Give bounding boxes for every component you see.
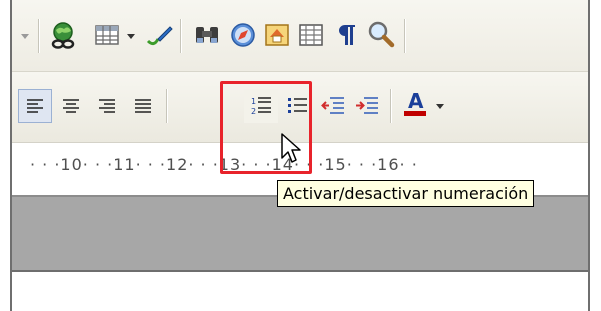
toolbar-separator: [404, 19, 405, 53]
toolbar-separator: [38, 19, 39, 53]
hyperlink-globe-icon[interactable]: [46, 18, 80, 52]
dropdown-arrow-icon[interactable]: [16, 19, 34, 53]
svg-text:A: A: [408, 89, 424, 113]
mouse-cursor-icon: [280, 132, 306, 170]
gallery-icon[interactable]: [260, 18, 294, 52]
table-icon[interactable]: [90, 18, 124, 52]
formatting-marks-icon[interactable]: [330, 18, 364, 52]
font-color-icon[interactable]: A: [398, 87, 432, 121]
increase-indent-icon[interactable]: [350, 89, 384, 123]
data-sources-icon[interactable]: [294, 18, 328, 52]
align-right-icon[interactable]: [90, 89, 124, 123]
binoculars-find-icon[interactable]: [190, 18, 224, 52]
toolbar-separator: [390, 89, 391, 123]
toolbar-separator: [166, 89, 167, 123]
decrease-indent-icon[interactable]: [316, 89, 350, 123]
document-page[interactable]: [12, 272, 588, 311]
table-dropdown-arrow-icon[interactable]: [123, 19, 139, 53]
align-center-icon[interactable]: [54, 89, 88, 123]
navigator-compass-icon[interactable]: [226, 18, 260, 52]
align-left-icon[interactable]: [18, 89, 52, 123]
toolbar-separator: [180, 19, 181, 53]
font-color-dropdown-icon[interactable]: [432, 89, 448, 123]
zoom-magnifier-icon[interactable]: [364, 17, 398, 51]
drawing-pencil-icon[interactable]: [142, 18, 176, 52]
justify-icon[interactable]: [126, 89, 160, 123]
standard-toolbar: [12, 0, 588, 71]
tooltip: Activar/desactivar numeración: [277, 180, 535, 207]
